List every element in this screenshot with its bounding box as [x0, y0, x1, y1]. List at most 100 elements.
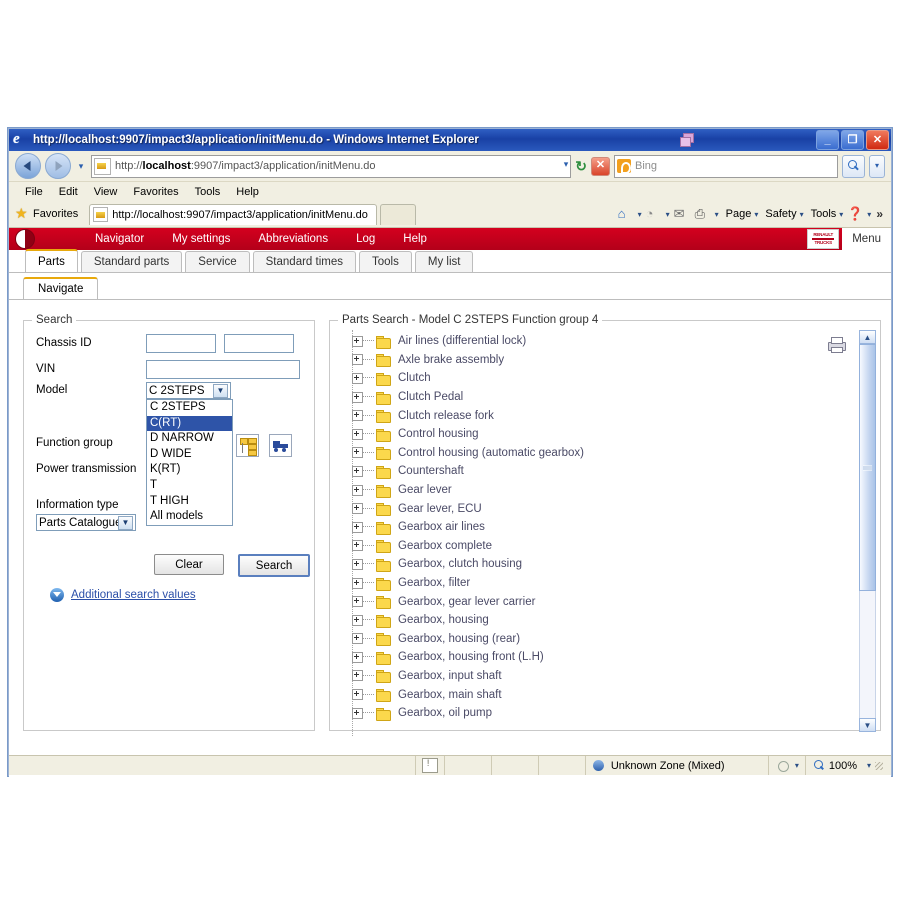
model-option-selected[interactable]: C(RT)	[147, 415, 232, 432]
nav-help[interactable]: Help	[389, 233, 441, 245]
feeds-caret-icon[interactable]: ▾	[666, 210, 670, 219]
results-scrollbar[interactable]: ▲ ▼	[859, 330, 876, 732]
mail-icon[interactable]: ✉	[673, 206, 691, 222]
expand-icon[interactable]	[352, 447, 363, 459]
tree-item[interactable]: Gearbox, gear lever carrier	[344, 592, 880, 611]
refresh-button[interactable]: ↻	[575, 158, 587, 175]
expand-icon[interactable]	[352, 558, 363, 570]
model-option[interactable]: D NARROW	[147, 431, 232, 447]
tab-my-list[interactable]: My list	[414, 251, 474, 272]
tab-standard-times[interactable]: Standard times	[252, 251, 356, 272]
tree-item[interactable]: Gearbox, main shaft	[344, 685, 880, 704]
tree-item[interactable]: Gearbox, housing	[344, 611, 880, 630]
tree-item[interactable]: Clutch	[344, 369, 880, 388]
print-caret-icon[interactable]: ▾	[715, 210, 719, 219]
model-option[interactable]: C 2STEPS	[147, 400, 232, 416]
tree-item[interactable]: Control housing	[344, 425, 880, 444]
expand-icon[interactable]	[352, 503, 363, 515]
tree-item[interactable]: Axle brake assembly	[344, 351, 880, 370]
additional-search-values-row[interactable]: Additional search values	[50, 588, 196, 602]
tools-caret-icon[interactable]: ▾	[839, 210, 843, 219]
nav-navigator[interactable]: Navigator	[81, 233, 158, 245]
zoom-control[interactable]: 100% ▾	[806, 756, 891, 775]
tree-item[interactable]: Gearbox, housing front (L.H)	[344, 648, 880, 667]
scroll-down-button[interactable]: ▼	[859, 718, 876, 732]
expand-icon[interactable]	[352, 372, 363, 384]
expand-icon[interactable]	[352, 410, 363, 422]
expand-icon[interactable]	[352, 540, 363, 552]
chassis-id-input-1[interactable]	[146, 333, 216, 353]
tree-item[interactable]: Gearbox, clutch housing	[344, 555, 880, 574]
security-zone[interactable]: Unknown Zone (Mixed)	[586, 756, 769, 775]
overflow-chevron-icon[interactable]: »	[876, 207, 883, 221]
model-select[interactable]: C 2STEPS ▼	[146, 382, 231, 399]
tree-item[interactable]: Air lines (differential lock)	[344, 332, 880, 351]
tree-item[interactable]: Clutch release fork	[344, 406, 880, 425]
tree-item[interactable]: Gearbox, input shaft	[344, 667, 880, 686]
favorites-label[interactable]: Favorites	[33, 208, 78, 220]
url-dropdown-caret-icon[interactable]: ▾	[564, 159, 569, 170]
chassis-id-input-2[interactable]	[224, 333, 294, 353]
page-menu-button[interactable]: Page	[726, 208, 752, 220]
close-button[interactable]: ✕	[866, 130, 889, 150]
expand-icon[interactable]	[352, 484, 363, 496]
menu-item-help[interactable]: Help	[228, 185, 267, 199]
scroll-thumb[interactable]	[859, 344, 876, 591]
model-option[interactable]: T HIGH	[147, 494, 232, 510]
print-icon[interactable]	[826, 336, 846, 353]
stop-button[interactable]: ✕	[591, 156, 610, 176]
expand-icon[interactable]	[352, 596, 363, 608]
menu-item-edit[interactable]: Edit	[51, 185, 86, 199]
search-button[interactable]: Search	[238, 554, 310, 577]
model-option[interactable]: K(RT)	[147, 462, 232, 478]
search-go-button[interactable]	[842, 154, 865, 178]
expand-icon[interactable]	[352, 707, 363, 719]
tree-item[interactable]: Gearbox, oil pump	[344, 704, 880, 723]
tree-item[interactable]: Gear lever, ECU	[344, 499, 880, 518]
print-icon[interactable]: ⎙	[694, 206, 712, 222]
nav-log[interactable]: Log	[342, 233, 389, 245]
tab-standard-parts[interactable]: Standard parts	[80, 251, 183, 272]
favorites-star-icon[interactable]: ★	[15, 206, 30, 221]
tree-item[interactable]: Countershaft	[344, 462, 880, 481]
expand-icon[interactable]	[352, 335, 363, 347]
protected-caret-icon[interactable]: ▾	[795, 761, 799, 770]
model-option[interactable]: T	[147, 478, 232, 494]
function-group-tree-icon[interactable]	[236, 434, 259, 457]
expand-icon[interactable]	[352, 614, 363, 626]
new-tab-button[interactable]	[379, 203, 416, 225]
browser-tab[interactable]: http://localhost:9907/impact3/applicatio…	[89, 203, 377, 225]
expand-icon[interactable]	[352, 689, 363, 701]
tree-item[interactable]: Gear lever	[344, 481, 880, 500]
tools-menu-button[interactable]: Tools	[811, 208, 837, 220]
expand-icon[interactable]	[352, 577, 363, 589]
tree-item[interactable]: Gearbox complete	[344, 537, 880, 556]
menu-item-favorites[interactable]: Favorites	[125, 185, 186, 199]
tree-item[interactable]: Clutch Pedal	[344, 388, 880, 407]
notification-icon[interactable]	[421, 758, 438, 773]
zoom-caret-icon[interactable]: ▾	[867, 761, 871, 770]
minimize-button[interactable]: _	[816, 130, 839, 150]
safety-caret-icon[interactable]: ▾	[800, 210, 804, 219]
expand-icon[interactable]	[352, 670, 363, 682]
menu-item-file[interactable]: File	[17, 185, 51, 199]
url-input[interactable]: http://localhost:9907/impact3/applicatio…	[91, 154, 572, 178]
status-notify-icon-cell[interactable]	[416, 756, 445, 775]
vehicle-picker-icon[interactable]	[269, 434, 292, 457]
vin-input[interactable]	[146, 359, 300, 379]
tree-item[interactable]: Control housing (automatic gearbox)	[344, 444, 880, 463]
expand-icon[interactable]	[352, 428, 363, 440]
forward-button[interactable]	[45, 153, 71, 179]
tab-navigate[interactable]: Navigate	[23, 277, 99, 299]
clear-button[interactable]: Clear	[154, 554, 224, 575]
expand-icon[interactable]	[352, 521, 363, 533]
resize-grip[interactable]	[873, 760, 885, 772]
protected-mode[interactable]: ▾	[769, 756, 806, 775]
menu-item-view[interactable]: View	[86, 185, 126, 199]
expand-icon[interactable]	[352, 354, 363, 366]
page-caret-icon[interactable]: ▾	[754, 210, 758, 219]
menu-button[interactable]: Menu	[842, 228, 891, 250]
tree-item[interactable]: Gearbox, housing (rear)	[344, 630, 880, 649]
chevron-down-icon[interactable]: ▼	[118, 515, 133, 530]
tab-parts[interactable]: Parts	[25, 249, 78, 272]
